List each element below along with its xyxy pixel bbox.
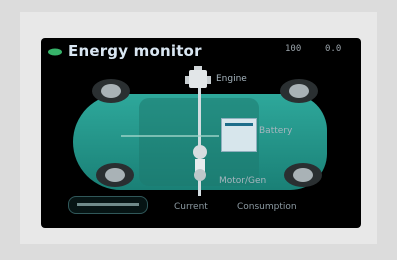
wheel-icon	[280, 79, 318, 103]
page-title: Energy monitor	[68, 42, 202, 60]
engine-label: Engine	[216, 74, 247, 84]
motor-icon	[193, 145, 207, 181]
axle-line	[121, 135, 219, 137]
wheel-icon	[284, 163, 322, 187]
leaf-icon	[48, 48, 62, 55]
motor-label: Motor/Gen	[219, 176, 267, 186]
engine-icon	[185, 66, 211, 88]
wheel-icon	[92, 79, 130, 103]
mode-toggle-button[interactable]	[68, 196, 148, 214]
wheel-icon	[96, 163, 134, 187]
tab-consumption[interactable]: Consumption	[237, 202, 297, 212]
status-readout-left: 100	[285, 44, 302, 54]
title-bar: Energy monitor	[47, 40, 202, 62]
energy-monitor-screen: Energy monitor 100 0.0 Engine Battery Mo…	[41, 38, 361, 228]
status-readout-right: 0.0	[325, 44, 342, 54]
battery-icon	[221, 118, 257, 152]
battery-label: Battery	[259, 126, 293, 136]
tab-current[interactable]: Current	[174, 202, 208, 212]
